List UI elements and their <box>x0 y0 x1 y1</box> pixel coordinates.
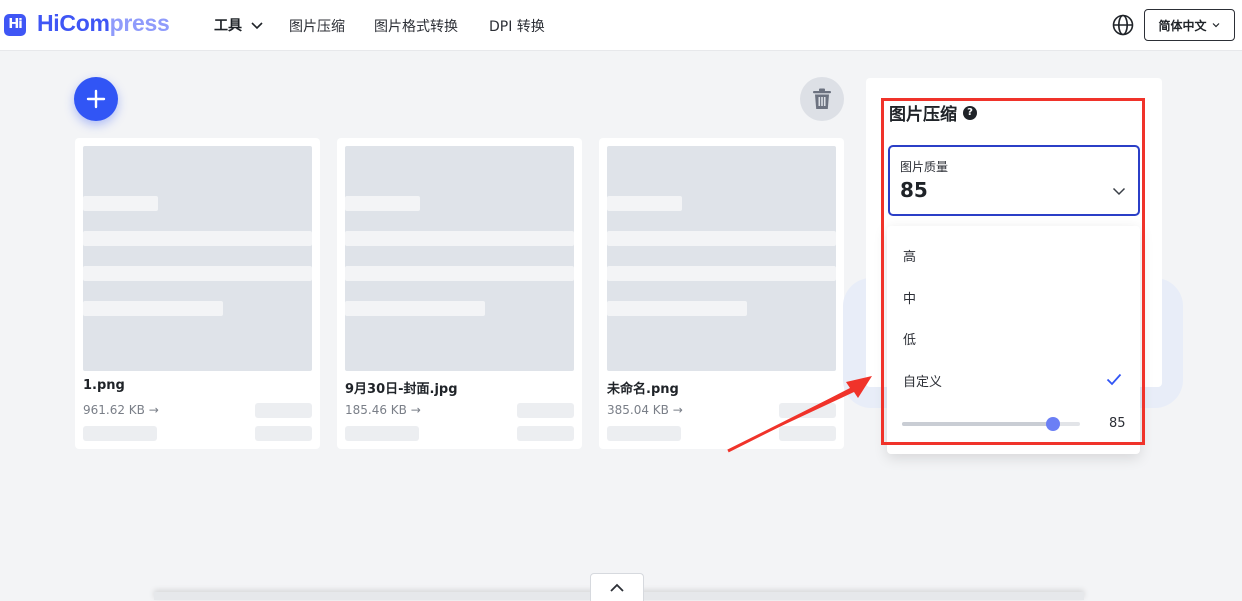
check-icon <box>1106 373 1122 386</box>
slider-fill <box>902 422 1053 426</box>
placeholder-bar <box>779 426 836 441</box>
help-icon[interactable]: ? <box>963 105 977 120</box>
panel-title-text: 图片压缩 <box>889 105 957 125</box>
plus-icon <box>86 89 106 109</box>
placeholder-bar <box>517 426 574 441</box>
quality-dropdown: 高 中 低 自定义 85 <box>887 226 1140 454</box>
chevron-up-icon <box>610 583 624 592</box>
nav-link-dpi-convert[interactable]: DPI 转换 <box>489 16 545 36</box>
quality-value: 85 <box>900 178 928 202</box>
placeholder-bar <box>83 426 157 441</box>
panel-title: 图片压缩 ? <box>889 100 977 125</box>
language-label: 简体中文 <box>1158 18 1207 33</box>
slider-thumb[interactable] <box>1046 417 1060 431</box>
chevron-down-icon <box>251 22 263 30</box>
option-high[interactable]: 高 <box>903 246 916 265</box>
file-thumbnail-placeholder <box>345 146 574 371</box>
file-thumbnail-placeholder <box>83 146 312 371</box>
file-thumbnail-placeholder <box>607 146 836 371</box>
nav-link-format-convert[interactable]: 图片格式转换 <box>374 16 458 36</box>
option-low[interactable]: 低 <box>903 329 916 348</box>
trash-icon <box>813 88 831 109</box>
logo-text-part2: Com <box>59 10 110 36</box>
top-bar: Hi HiCompress 工具 图片压缩 图片格式转换 DPI 转换 简体中文 <box>0 0 1242 51</box>
placeholder-bar <box>345 426 419 441</box>
slider-value: 85 <box>1109 416 1126 431</box>
delete-all-button[interactable] <box>800 77 844 121</box>
nav-tools-menu[interactable]: 工具 <box>214 15 264 35</box>
file-size: 961.62 KB → <box>83 403 159 417</box>
nav-tools-label: 工具 <box>214 18 242 34</box>
logo-text-part3: press <box>109 10 170 36</box>
chevron-down-icon <box>1212 23 1219 28</box>
logo-text[interactable]: HiCompress <box>37 10 170 37</box>
file-name: 1.png <box>83 378 125 393</box>
add-file-button[interactable] <box>74 77 118 121</box>
nav-link-compress[interactable]: 图片压缩 <box>289 16 345 36</box>
chevron-down-icon <box>1112 187 1126 196</box>
option-custom[interactable]: 自定义 <box>903 371 942 390</box>
file-size: 185.46 KB → <box>345 403 421 417</box>
file-name: 未命名.png <box>607 382 679 397</box>
placeholder-bar <box>255 403 312 418</box>
placeholder-bar <box>255 426 312 441</box>
file-card[interactable]: 未命名.png 385.04 KB → <box>599 138 844 449</box>
logo-icon[interactable]: Hi <box>4 14 26 36</box>
placeholder-bar <box>517 403 574 418</box>
quality-select[interactable]: 图片质量 85 <box>888 145 1140 216</box>
globe-icon[interactable] <box>1111 13 1135 37</box>
placeholder-bar <box>607 426 681 441</box>
file-name: 9月30日-封面.jpg <box>345 382 458 397</box>
option-medium[interactable]: 中 <box>903 288 916 307</box>
file-card[interactable]: 1.png 961.62 KB → <box>75 138 320 449</box>
placeholder-bar <box>779 403 836 418</box>
quality-label: 图片质量 <box>900 160 949 174</box>
file-card[interactable]: 9月30日-封面.jpg 185.46 KB → <box>337 138 582 449</box>
logo-text-part1: Hi <box>37 10 60 36</box>
quality-slider[interactable] <box>902 417 1080 431</box>
file-size: 385.04 KB → <box>607 403 683 417</box>
language-select[interactable]: 简体中文 <box>1144 9 1235 41</box>
